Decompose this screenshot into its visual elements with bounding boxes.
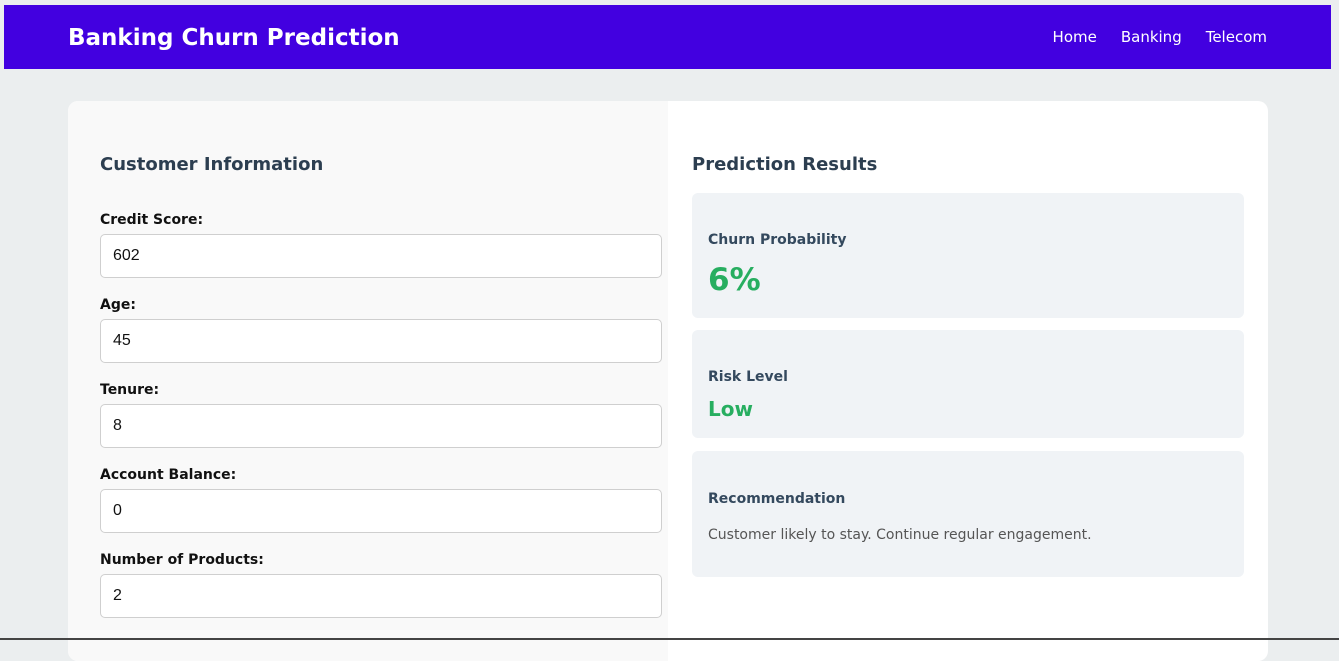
age-label: Age: xyxy=(100,297,136,313)
credit-score-label: Credit Score: xyxy=(100,212,204,228)
tenure-label: Tenure: xyxy=(100,382,160,398)
tenure-input[interactable] xyxy=(100,404,662,448)
recommendation-label: Recommendation xyxy=(708,491,846,507)
customer-info-title: Customer Information xyxy=(100,154,324,175)
nav-link-banking[interactable]: Banking xyxy=(1121,28,1182,46)
account-balance-label: Account Balance: xyxy=(100,467,237,483)
credit-score-input[interactable] xyxy=(100,234,662,278)
churn-probability-value: 6% xyxy=(708,262,761,298)
number-of-products-label: Number of Products: xyxy=(100,552,264,568)
top-navbar: Banking Churn Prediction Home Banking Te… xyxy=(4,5,1331,69)
prediction-results-panel: Prediction Results Churn Probability 6% … xyxy=(692,101,1244,661)
nav-link-home[interactable]: Home xyxy=(1053,28,1097,46)
prediction-results-title: Prediction Results xyxy=(692,154,878,175)
churn-probability-box: Churn Probability 6% xyxy=(692,193,1244,318)
nav-link-telecom[interactable]: Telecom xyxy=(1206,28,1267,46)
number-of-products-input[interactable] xyxy=(100,574,662,618)
app-title: Banking Churn Prediction xyxy=(68,25,400,51)
age-input[interactable] xyxy=(100,319,662,363)
nav-links: Home Banking Telecom xyxy=(1053,5,1267,69)
recommendation-box: Recommendation Customer likely to stay. … xyxy=(692,451,1244,577)
churn-probability-label: Churn Probability xyxy=(708,232,847,248)
account-balance-input[interactable] xyxy=(100,489,662,533)
risk-level-label: Risk Level xyxy=(708,369,788,385)
risk-level-value: Low xyxy=(708,397,753,421)
prediction-card: Customer Information Credit Score: Age: … xyxy=(68,101,1268,661)
risk-level-box: Risk Level Low xyxy=(692,330,1244,438)
recommendation-text: Customer likely to stay. Continue regula… xyxy=(708,527,1092,543)
customer-form-panel: Customer Information Credit Score: Age: … xyxy=(68,101,668,661)
